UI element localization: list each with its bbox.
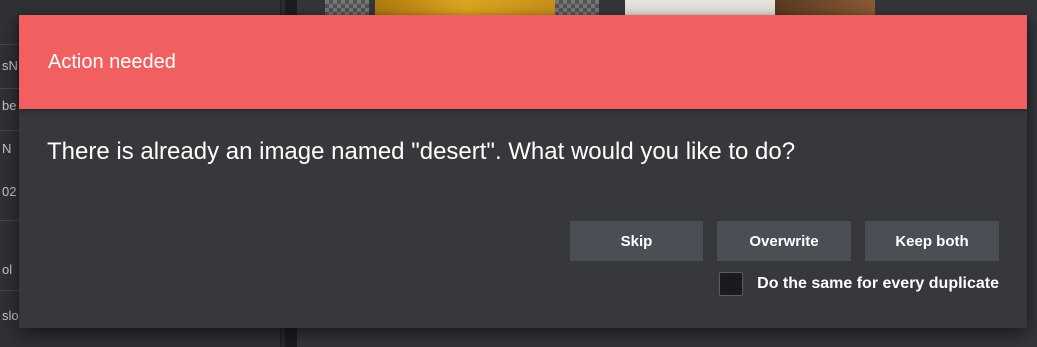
dialog-header: Action needed	[19, 15, 1027, 109]
apply-to-all-option[interactable]: Do the same for every duplicate	[719, 272, 999, 296]
duplicate-image-dialog: Action needed There is already an image …	[19, 15, 1027, 328]
thumbnail-image	[375, 0, 555, 16]
dialog-message: There is already an image named "desert"…	[47, 138, 796, 165]
thumbnail-image	[775, 0, 875, 16]
keep-both-button[interactable]: Keep both	[865, 221, 999, 261]
skip-button[interactable]: Skip	[570, 221, 703, 261]
dialog-button-row: Skip Overwrite Keep both	[570, 221, 999, 261]
apply-to-all-label: Do the same for every duplicate	[757, 275, 999, 292]
overwrite-button[interactable]: Overwrite	[717, 221, 851, 261]
thumbnail-image	[555, 0, 599, 16]
thumbnail-image	[625, 0, 775, 16]
apply-to-all-checkbox[interactable]	[719, 272, 744, 296]
thumbnail-image	[325, 0, 369, 16]
dialog-title: Action needed	[48, 50, 176, 73]
